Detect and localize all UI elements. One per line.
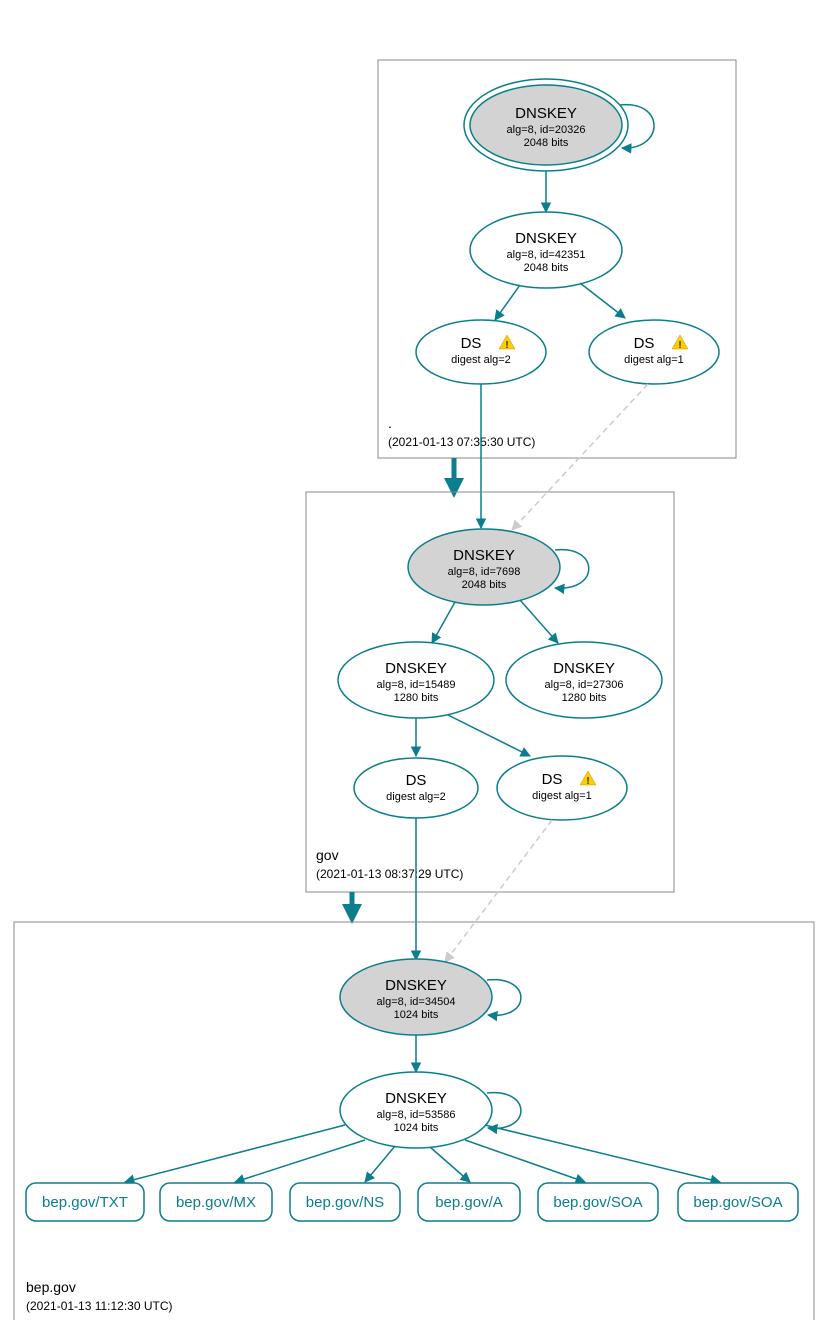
node-root-ksk: DNSKEY alg=8, id=20326 2048 bits [464,79,628,171]
zone-timestamp-bep: (2021-01-13 11:12:30 UTC) [26,1299,173,1313]
edge [465,1140,585,1182]
node-title: DNSKEY [515,230,577,247]
node-sub: alg=8, id=27306 [545,679,624,691]
node-sub: alg=8, id=7698 [448,566,521,578]
svg-text:!: ! [505,340,508,351]
node-sub: 1024 bits [394,1009,439,1021]
node-title: DS [406,772,427,789]
node-title: DNSKEY [553,660,615,677]
node-sub: digest alg=1 [624,354,684,366]
edge-dashed [445,820,552,962]
node-title: DS [461,335,482,352]
edge [365,1146,395,1182]
rr-label: bep.gov/SOA [693,1194,782,1211]
node-sub: alg=8, id=34504 [377,996,456,1008]
node-sub: 2048 bits [524,137,569,149]
node-root-zsk: DNSKEY alg=8, id=42351 2048 bits [470,212,622,288]
node-gov-zsk2: DNSKEY alg=8, id=27306 1280 bits [506,642,662,718]
node-gov-ksk: DNSKEY alg=8, id=7698 2048 bits [408,529,560,605]
node-gov-zsk1: DNSKEY alg=8, id=15489 1280 bits [338,642,494,718]
zone-label-bep: bep.gov [26,1279,76,1295]
edge [485,1125,720,1182]
node-root-ds1: DS ! digest alg=1 [589,320,719,384]
node-title: DS [634,335,655,352]
node-sub: 1280 bits [562,692,607,704]
node-sub: 2048 bits [462,579,507,591]
edge [430,1147,470,1182]
rr-label: bep.gov/A [435,1194,503,1211]
rr-label: bep.gov/TXT [42,1194,128,1211]
node-sub: alg=8, id=15489 [377,679,456,691]
zone-timestamp-gov: (2021-01-13 08:37:29 UTC) [316,867,463,881]
node-gov-ds1: DS ! digest alg=1 [497,756,627,820]
node-sub: digest alg=2 [386,791,446,803]
rr-soa2: bep.gov/SOA [678,1183,798,1221]
svg-text:!: ! [678,340,681,351]
node-title: DS [542,771,563,788]
rr-ns: bep.gov/NS [290,1183,400,1221]
rr-label: bep.gov/NS [306,1194,384,1211]
zone-label-root: . [388,415,392,431]
node-title: DNSKEY [453,547,515,564]
node-gov-ds2: DS digest alg=2 [354,758,478,818]
node-bep-ksk: DNSKEY alg=8, id=34504 1024 bits [340,959,492,1035]
node-sub: alg=8, id=53586 [377,1109,456,1121]
edge [125,1125,345,1182]
node-sub: 1024 bits [394,1122,439,1134]
zone-label-gov: gov [316,847,339,863]
edge [495,285,520,320]
node-sub: 2048 bits [524,262,569,274]
zone-timestamp-root: (2021-01-13 07:35:30 UTC) [388,435,535,449]
svg-text:!: ! [586,776,589,787]
node-title: DNSKEY [515,105,577,122]
node-title: DNSKEY [385,660,447,677]
edge [432,602,455,643]
edge-dashed [512,384,648,530]
node-sub: alg=8, id=20326 [507,124,586,136]
node-sub: digest alg=1 [532,790,592,802]
edge [580,283,625,318]
node-root-ds2: DS ! digest alg=2 [416,320,546,384]
node-title: DNSKEY [385,977,447,994]
rr-label: bep.gov/SOA [553,1194,642,1211]
edge [235,1140,365,1182]
node-sub: 1280 bits [394,692,439,704]
rr-mx: bep.gov/MX [160,1183,272,1221]
node-title: DNSKEY [385,1090,447,1107]
rr-a: bep.gov/A [418,1183,520,1221]
rr-label: bep.gov/MX [176,1194,256,1211]
edge [520,600,558,643]
node-bep-zsk: DNSKEY alg=8, id=53586 1024 bits [340,1072,492,1148]
node-sub: alg=8, id=42351 [507,249,586,261]
edge [448,715,530,756]
rr-soa1: bep.gov/SOA [538,1183,658,1221]
node-sub: digest alg=2 [451,354,511,366]
rr-txt: bep.gov/TXT [26,1183,144,1221]
